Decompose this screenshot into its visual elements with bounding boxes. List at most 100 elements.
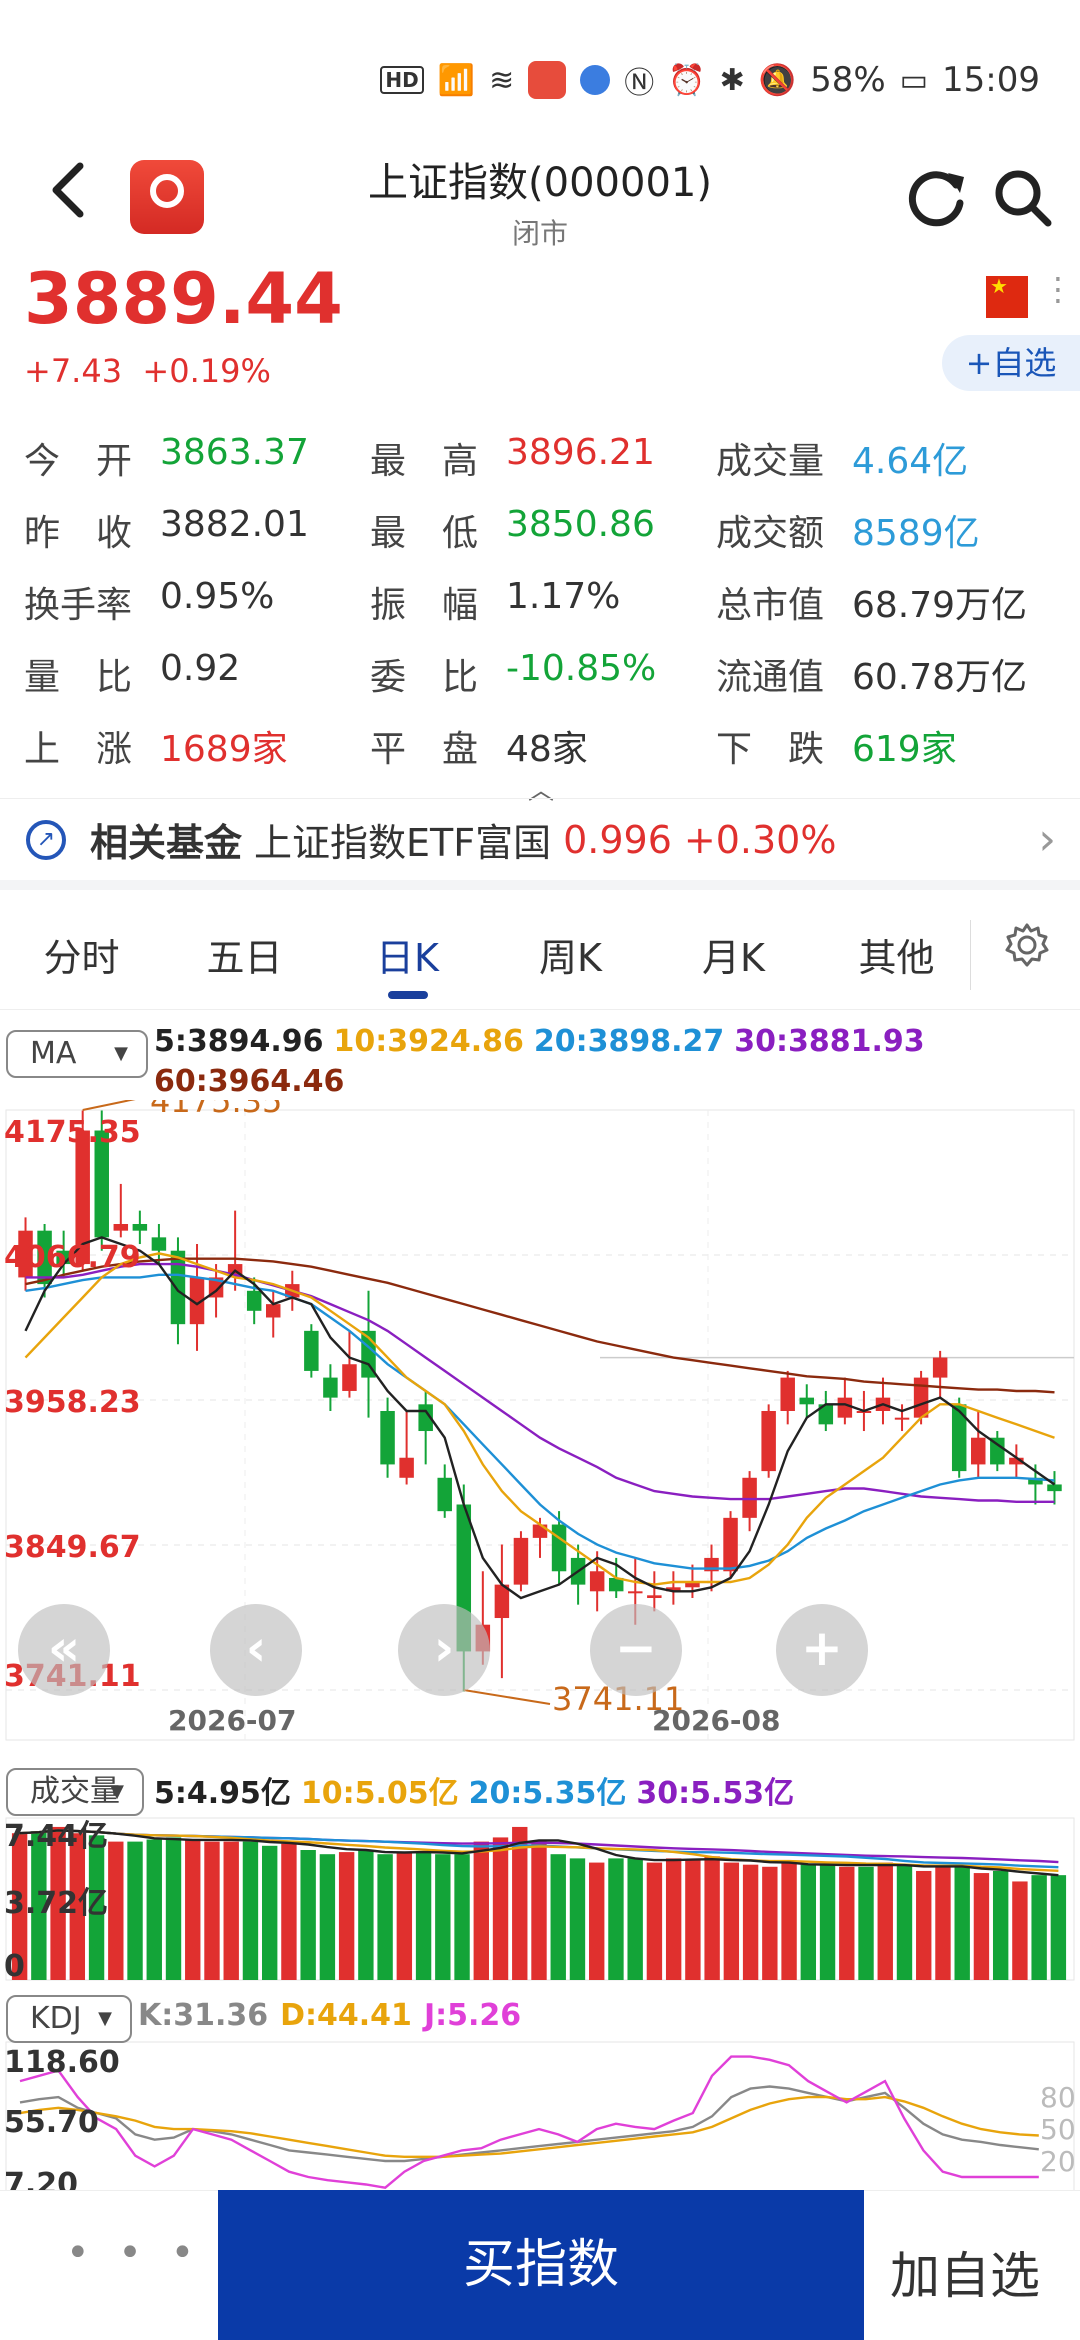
- scroll-right-button[interactable]: ›: [398, 1604, 490, 1696]
- stat-value: 68.79万亿: [852, 585, 1028, 626]
- search-button[interactable]: [990, 165, 1056, 231]
- stat-label: 流通值: [716, 657, 825, 698]
- kdj-y-label: 55.70: [4, 2105, 99, 2140]
- stat-cell: 最 低 3850.86: [370, 504, 716, 556]
- scroll-left-fast-button[interactable]: «: [18, 1604, 110, 1696]
- stats-row: 昨 收 3882.01 最 低 3850.86 成交额 8589亿: [24, 494, 1064, 566]
- stat-cell: 成交量 4.64亿: [716, 432, 1062, 484]
- candle-body: [628, 1591, 643, 1594]
- volume-bar: [223, 1841, 239, 1980]
- kdj-selector[interactable]: KDJ ▼: [6, 1995, 132, 2043]
- tab-2[interactable]: 日K: [326, 927, 489, 999]
- zoom-in-button[interactable]: +: [776, 1604, 868, 1696]
- stat-label: 今 开: [24, 441, 133, 482]
- kdj-legend: K:31.36 D:44.41 J:5.26: [138, 1998, 533, 2033]
- ma-legend-item: 30:3881.93: [734, 1024, 925, 1059]
- max-marker-line: [82, 1100, 136, 1111]
- volume-bar: [454, 1854, 470, 1980]
- volume-bar: [896, 1864, 913, 1980]
- candle-body: [799, 1397, 815, 1405]
- candle-body: [494, 1584, 510, 1619]
- related-fund-bar[interactable]: ↗ 相关基金 上证指数ETF富国 0.996 +0.30% ›: [0, 798, 1080, 890]
- candle-body: [265, 1304, 281, 1318]
- volume-bar: [781, 1862, 797, 1980]
- browser-notification-icon: [580, 65, 611, 95]
- stat-label: 总市值: [716, 585, 825, 626]
- volume-bar: [435, 1854, 451, 1980]
- add-watchlist-bottom-button[interactable]: 加自选: [890, 2236, 1040, 2308]
- chevron-right-icon: ›: [1038, 814, 1056, 865]
- double-chevron-left-icon: «: [47, 1619, 81, 1677]
- buy-index-button[interactable]: 买指数: [218, 2190, 864, 2340]
- dropdown-icon: ▼: [98, 2008, 112, 2029]
- tab-4[interactable]: 月K: [652, 927, 815, 982]
- add-watchlist-button[interactable]: +自选: [942, 335, 1080, 391]
- stat-value: 60.78万亿: [852, 657, 1028, 698]
- stat-value: 0.95%: [160, 576, 275, 617]
- zoom-out-button[interactable]: −: [590, 1604, 682, 1696]
- fund-name: 上证指数ETF富国: [254, 821, 552, 865]
- volume-legend-item: 20:5.35亿: [468, 1776, 627, 1811]
- volume-bar: [358, 1850, 374, 1980]
- ma-selector[interactable]: MA ▼: [6, 1030, 148, 1078]
- kdj-j-line: [19, 2055, 1039, 2189]
- volume-bar: [338, 1852, 355, 1980]
- refresh-icon: [908, 171, 964, 227]
- candle-body: [780, 1377, 795, 1411]
- candle-body: [437, 1477, 452, 1512]
- volume-bar: [723, 1862, 740, 1980]
- candle-body: [551, 1524, 567, 1572]
- ma-legend-item: 5:3894.96: [154, 1024, 324, 1059]
- candle-body: [170, 1250, 186, 1325]
- status-icons: HD 📶 ≋ Ⓝ ⏰ ✱ 🔕 58% ▭ 15:09: [380, 58, 1040, 102]
- plus-icon: +: [801, 1619, 843, 1677]
- stat-value: 4.64亿: [852, 441, 969, 482]
- more-vertical-icon[interactable]: ⋮: [1042, 270, 1074, 308]
- stat-value: 3882.01: [160, 504, 309, 545]
- volume-bar: [992, 1870, 1009, 1980]
- fund-title: 相关基金: [90, 821, 243, 865]
- chart-settings-button[interactable]: [1004, 922, 1050, 979]
- volume-bar: [839, 1866, 855, 1980]
- current-price: 3889.44: [24, 258, 343, 340]
- candle-body: [1047, 1484, 1062, 1492]
- stat-label: 昨 收: [24, 513, 133, 554]
- bluetooth-icon: ✱: [719, 62, 745, 98]
- scroll-left-button[interactable]: ‹: [210, 1604, 302, 1696]
- volume-bar: [608, 1858, 624, 1980]
- volume-selector[interactable]: 成交量 ▼: [6, 1768, 144, 1816]
- china-flag-icon: [986, 274, 1028, 318]
- stat-label: 成交量: [716, 441, 825, 482]
- tab-5[interactable]: 其他: [815, 927, 978, 982]
- tab-3[interactable]: 周K: [489, 927, 652, 982]
- max-marker-label: 4175.35: [150, 1100, 282, 1120]
- price-change: +7.43 +0.19%: [24, 352, 271, 390]
- stat-value: 48家: [506, 729, 588, 770]
- stat-cell: 最 高 3896.21: [370, 432, 716, 484]
- candle-body: [589, 1571, 605, 1592]
- tab-0[interactable]: 分时: [0, 927, 163, 982]
- stat-value: 1689家: [160, 729, 288, 770]
- refresh-button[interactable]: [904, 165, 970, 231]
- chart-tabs: 分时 五日 日K 周K 月K 其他: [0, 900, 1080, 1010]
- min-marker-line: [463, 1689, 551, 1705]
- stat-cell: 量 比 0.92: [24, 648, 370, 700]
- change-percent: +0.19%: [142, 352, 271, 390]
- candle-body: [323, 1377, 338, 1398]
- volume-legend-item: 5:4.95亿: [154, 1776, 291, 1811]
- candle-body: [837, 1397, 853, 1418]
- kdj-y-label: 118.60: [4, 2045, 120, 2080]
- more-button[interactable]: • • •: [66, 2230, 202, 2276]
- volume-bar: [1012, 1881, 1028, 1980]
- stat-label: 成交额: [716, 513, 825, 554]
- kdj-right-label: 50: [1040, 2113, 1076, 2146]
- stat-cell: 今 开 3863.37: [24, 432, 370, 484]
- dropdown-icon: ▼: [114, 1043, 128, 1064]
- volume-bar: [415, 1852, 432, 1980]
- volume-bar: [512, 1826, 528, 1980]
- volume-bar: [204, 1841, 220, 1980]
- volume-bar: [396, 1852, 413, 1980]
- stat-cell: 换手率 0.95%: [24, 576, 370, 628]
- tab-1[interactable]: 五日: [163, 927, 326, 982]
- volume-bar: [685, 1860, 701, 1980]
